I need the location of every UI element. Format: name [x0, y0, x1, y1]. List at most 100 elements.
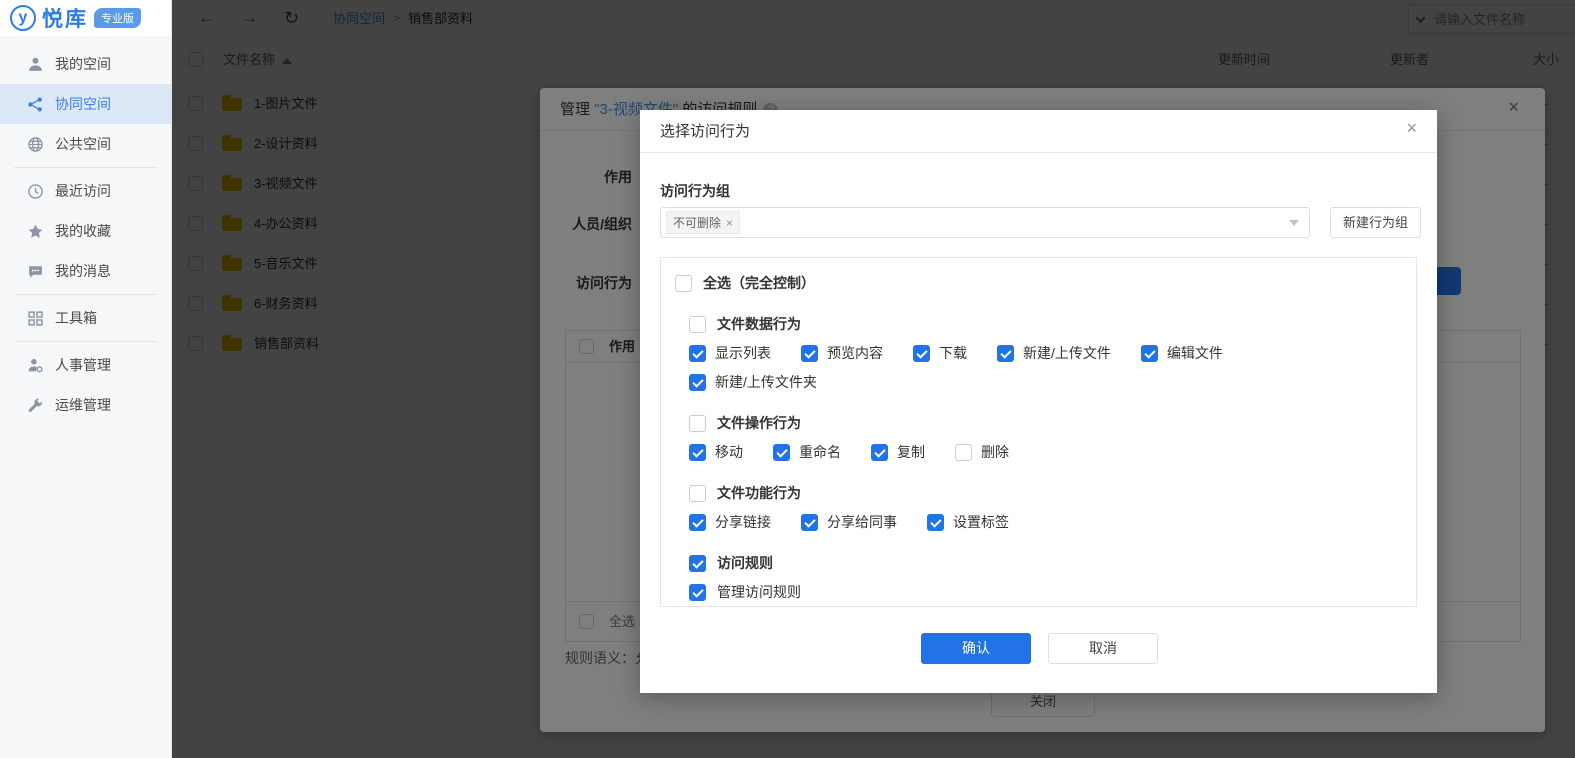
behavior-checkbox[interactable]: [689, 344, 706, 362]
select-behavior-modal: 选择访问行为 × 访问行为组 不可删除 × 新建行为组 全选（完全控制） 文件数据…: [640, 110, 1437, 693]
confirm-button[interactable]: 确认: [921, 633, 1031, 664]
sidebar-item-my-favorites[interactable]: 我的收藏: [0, 211, 171, 251]
globe-icon: [27, 136, 44, 153]
select-caret-icon[interactable]: [1289, 219, 1299, 226]
behavior-checkbox[interactable]: [689, 373, 706, 391]
remove-tag-icon[interactable]: ×: [726, 216, 733, 230]
behavior-item[interactable]: 删除: [955, 442, 1009, 462]
behavior-item-label: 分享链接: [715, 514, 771, 530]
modal-title: 选择访问行为: [660, 123, 751, 140]
behavior-checkbox[interactable]: [689, 583, 706, 601]
behavior-section: 文件功能行为 分享链接 分享给同事 设置标签: [689, 483, 1402, 532]
behavior-item[interactable]: 设置标签: [927, 512, 1009, 532]
behavior-checkbox[interactable]: [689, 443, 706, 461]
section-header-row[interactable]: 文件数据行为: [689, 314, 1402, 334]
behavior-item[interactable]: 下载: [913, 343, 967, 363]
behavior-item-label: 重命名: [799, 444, 841, 460]
standalone-behavior-row[interactable]: 访问规则: [689, 553, 1402, 573]
share-icon: [27, 96, 44, 113]
behavior-item-label: 显示列表: [715, 345, 771, 361]
sidebar-item-my-messages[interactable]: 我的消息: [0, 251, 171, 291]
behavior-checkbox-panel: 全选（完全控制） 文件数据行为 显示列表 预览内容 下载 新建/上传文件 编辑文件新建/上传…: [660, 257, 1417, 607]
select-all-row[interactable]: 全选（完全控制）: [675, 273, 1402, 293]
sidebar-item-my-space[interactable]: 我的空间: [0, 44, 171, 84]
behavior-item[interactable]: 分享给同事: [801, 512, 897, 532]
select-all-label: 全选（完全控制）: [703, 275, 815, 291]
user-icon: [27, 56, 44, 73]
sidebar-item-collab-space[interactable]: 协同空间: [0, 84, 171, 124]
behavior-item[interactable]: 编辑文件: [1140, 343, 1223, 363]
behavior-item[interactable]: 新建/上传文件夹: [689, 372, 817, 392]
behavior-item-row: 分享链接 分享给同事 设置标签: [689, 512, 1402, 532]
star-icon: [27, 223, 44, 240]
standalone-behavior-row[interactable]: 管理访问规则: [689, 582, 1402, 602]
behavior-item[interactable]: 显示列表: [689, 343, 771, 363]
behavior-checkbox[interactable]: [689, 554, 706, 572]
sidebar-item-label: 运维管理: [55, 397, 111, 413]
behavior-item-label: 预览内容: [827, 345, 883, 361]
behavior-item[interactable]: 新建/上传文件: [997, 343, 1111, 363]
behavior-checkbox[interactable]: [997, 344, 1014, 362]
behavior-item-label: 新建/上传文件夹: [715, 374, 817, 390]
behavior-checkbox[interactable]: [689, 513, 706, 531]
sidebar-item-label: 人事管理: [55, 357, 111, 373]
sidebar-item-toolbox[interactable]: 工具箱: [0, 298, 171, 338]
behavior-section: 文件数据行为 显示列表 预览内容 下载 新建/上传文件 编辑文件新建/上传文件夹: [689, 314, 1402, 392]
sidebar-item-label: 最近访问: [55, 183, 111, 199]
section-title: 文件功能行为: [717, 485, 801, 501]
behavior-item-label: 新建/上传文件: [1023, 345, 1111, 361]
behavior-item-label: 访问规则: [717, 555, 773, 571]
select-all-checkbox[interactable]: [675, 274, 692, 292]
section-checkbox[interactable]: [689, 414, 706, 432]
section-header-row[interactable]: 文件操作行为: [689, 413, 1402, 433]
section-title: 文件数据行为: [717, 316, 801, 332]
behavior-item-label: 复制: [897, 444, 925, 460]
behavior-checkbox[interactable]: [1140, 344, 1158, 362]
behavior-item-label: 删除: [981, 444, 1009, 460]
edition-badge: 专业版: [94, 8, 141, 28]
sidebar-item-ops-management[interactable]: 运维管理: [0, 385, 171, 425]
sidebar-item-label: 协同空间: [55, 96, 111, 112]
sidebar-item-recent-visits[interactable]: 最近访问: [0, 171, 171, 211]
section-checkbox[interactable]: [689, 484, 706, 502]
sidebar-item-hr-management[interactable]: 人事管理: [0, 345, 171, 385]
behavior-item-row: 移动 重命名 复制 删除: [689, 442, 1402, 462]
behavior-group-select[interactable]: 不可删除 ×: [660, 207, 1310, 238]
behavior-item-label: 分享给同事: [827, 514, 897, 530]
behavior-item[interactable]: 预览内容: [801, 343, 883, 363]
behavior-item-row: 显示列表 预览内容 下载 新建/上传文件 编辑文件: [689, 343, 1402, 363]
sidebar-item-label: 我的消息: [55, 263, 111, 279]
behavior-checkbox[interactable]: [871, 443, 888, 461]
divider: [640, 152, 1437, 153]
user-gear-icon: [27, 357, 44, 374]
clock-icon: [27, 183, 44, 200]
section-header-row[interactable]: 文件功能行为: [689, 483, 1402, 503]
section-title: 文件操作行为: [717, 415, 801, 431]
app-name: 悦库: [42, 8, 88, 31]
new-behavior-group-button[interactable]: 新建行为组: [1330, 207, 1421, 238]
behavior-item[interactable]: 重命名: [773, 442, 841, 462]
behavior-item[interactable]: 分享链接: [689, 512, 771, 532]
section-checkbox[interactable]: [689, 315, 706, 333]
sidebar-divider: [14, 341, 157, 342]
behavior-item-row: 新建/上传文件夹: [689, 372, 1402, 392]
sidebar: y 悦库 专业版 我的空间协同空间公共空间最近访问我的收藏我的消息工具箱人事管理…: [0, 0, 172, 758]
message-icon: [27, 263, 44, 280]
behavior-checkbox[interactable]: [773, 443, 790, 461]
cancel-button[interactable]: 取消: [1048, 633, 1158, 664]
sidebar-divider: [14, 167, 157, 168]
behavior-item[interactable]: 移动: [689, 442, 743, 462]
behavior-checkbox[interactable]: [801, 344, 818, 362]
behavior-item[interactable]: 复制: [871, 442, 925, 462]
behavior-checkbox[interactable]: [913, 344, 930, 362]
close-icon[interactable]: ×: [1406, 119, 1417, 137]
behavior-checkbox[interactable]: [801, 513, 818, 531]
sidebar-item-public-space[interactable]: 公共空间: [0, 124, 171, 164]
app-logo: y 悦库 专业版: [0, 0, 171, 36]
behavior-item-label: 编辑文件: [1166, 345, 1223, 361]
behavior-checkbox[interactable]: [927, 513, 944, 531]
behavior-checkbox[interactable]: [955, 443, 972, 461]
logo-icon: y: [10, 5, 36, 31]
behavior-section: 文件操作行为移动 重命名 复制 删除: [689, 413, 1402, 462]
grid-icon: [27, 310, 44, 327]
